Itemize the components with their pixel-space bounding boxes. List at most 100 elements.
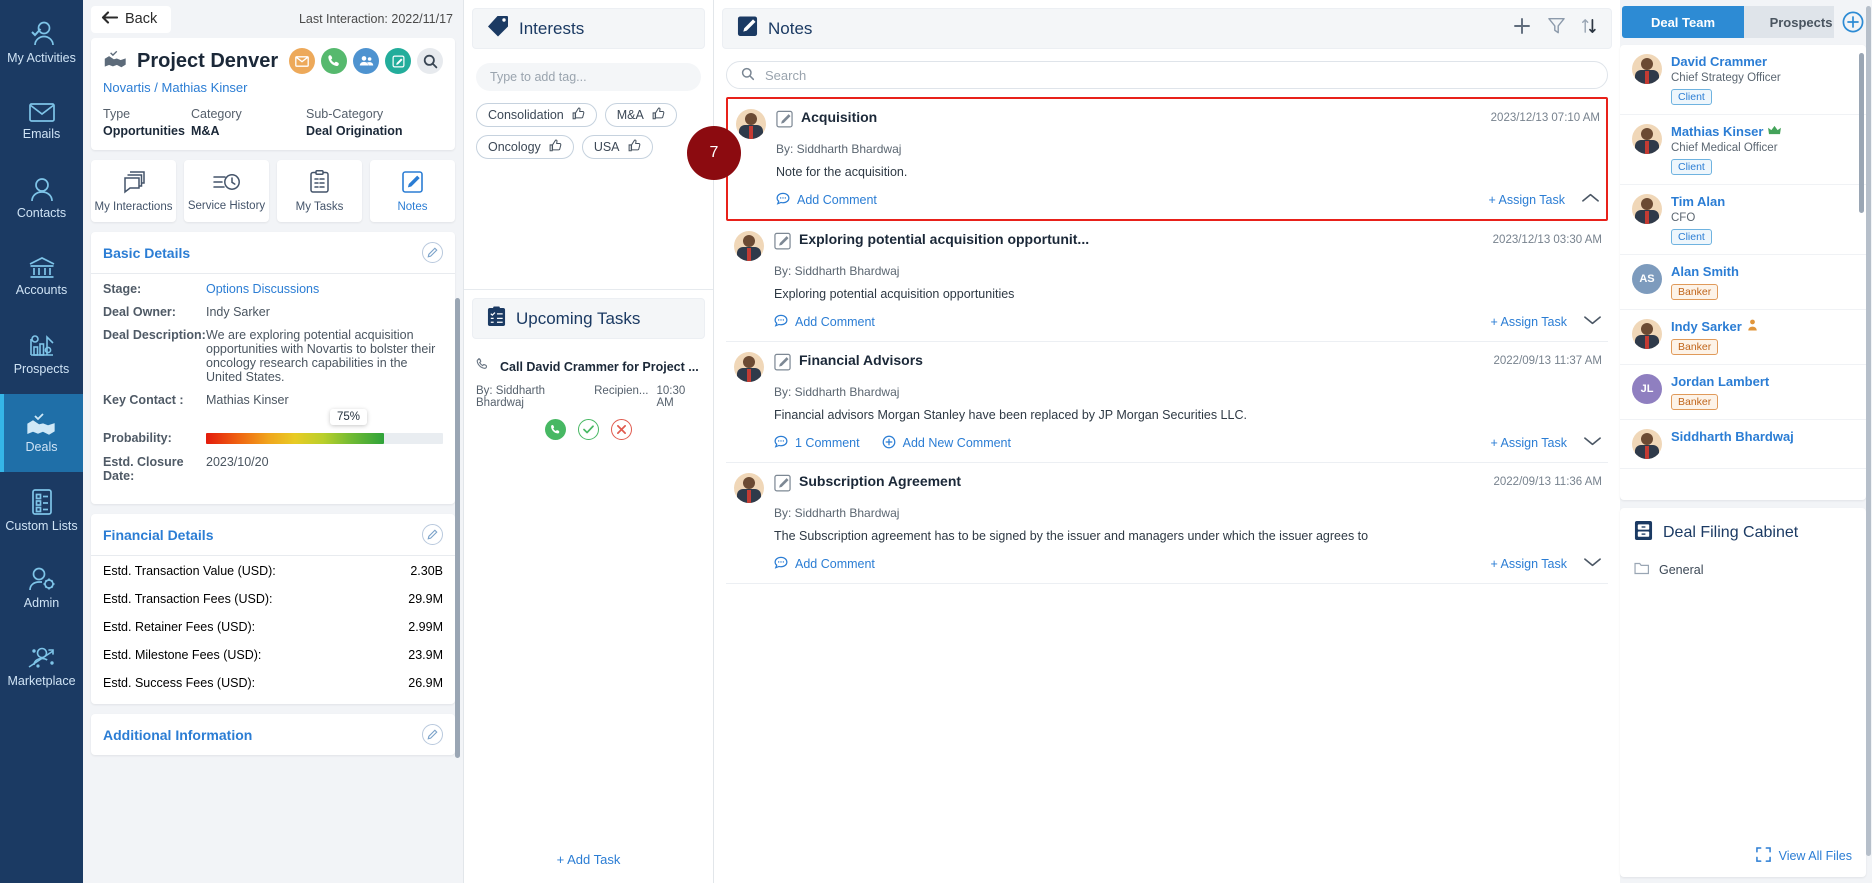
thumbs-up-icon[interactable] xyxy=(572,107,585,123)
note-item[interactable]: Acquisition 2023/12/13 07:10 AM By: Sidd… xyxy=(726,97,1608,221)
member-name[interactable]: Jordan Lambert xyxy=(1671,374,1854,389)
team-member-row[interactable]: David Crammer Chief Strategy Officer Cli… xyxy=(1620,45,1866,115)
chevron-down-icon[interactable] xyxy=(1583,555,1602,573)
avatar-initials: AS xyxy=(1639,273,1655,285)
interest-tag[interactable]: Consolidation xyxy=(476,103,597,127)
sidebar-item-admin[interactable]: Admin xyxy=(0,550,83,628)
interest-tag[interactable]: USA xyxy=(581,135,653,159)
add-member-icon[interactable] xyxy=(1840,11,1866,33)
avatar xyxy=(1632,54,1662,84)
team-member-row[interactable]: AS Alan Smith Banker xyxy=(1620,255,1866,310)
note-title[interactable]: Financial Advisors xyxy=(799,352,1486,368)
assign-task-button[interactable]: + Assign Task xyxy=(1490,436,1567,450)
deal-scroll-area[interactable]: Project Denver Novartis / Mathias Kinser… xyxy=(83,38,463,883)
member-name[interactable]: Mathias Kinser xyxy=(1671,124,1854,139)
note-item[interactable]: Exploring potential acquisition opportun… xyxy=(726,221,1608,342)
tab-service-history[interactable]: Service History xyxy=(184,160,269,222)
assign-task-button[interactable]: + Assign Task xyxy=(1490,557,1567,571)
notes-search-input[interactable]: Search xyxy=(726,61,1608,89)
search-icon[interactable] xyxy=(417,48,443,74)
add-comment-button[interactable]: Add Comment xyxy=(776,192,877,209)
sidebar-item-emails[interactable]: Emails xyxy=(0,82,83,160)
back-button[interactable]: Back xyxy=(91,5,172,33)
tag-input[interactable]: Type to add tag... xyxy=(476,63,701,91)
chevron-down-icon[interactable] xyxy=(1583,434,1602,452)
thumbs-up-icon[interactable] xyxy=(549,139,562,155)
upcoming-task-row[interactable]: Call David Crammer for Project ... xyxy=(464,347,713,377)
notes-list[interactable]: Acquisition 2023/12/13 07:10 AM By: Sidd… xyxy=(714,97,1620,883)
edit-basic-details-button[interactable] xyxy=(422,242,443,263)
note-item[interactable]: Subscription Agreement 2022/09/13 11:36 … xyxy=(726,463,1608,584)
add-new-comment-button[interactable]: Add New Comment xyxy=(882,435,1011,452)
back-button-label: Back xyxy=(125,11,158,27)
email-icon[interactable] xyxy=(289,48,315,74)
add-comment-button[interactable]: Add Comment xyxy=(774,314,875,331)
edit-financial-details-button[interactable] xyxy=(422,524,443,545)
member-name[interactable]: Alan Smith xyxy=(1671,264,1854,279)
tab-prospects[interactable]: Prospects xyxy=(1744,6,1834,38)
assign-task-button[interactable]: + Assign Task xyxy=(1490,315,1567,329)
folder-item-general[interactable]: General xyxy=(1620,558,1866,582)
sidebar-item-my-activities[interactable]: My Activities xyxy=(0,4,83,82)
cancel-task-button[interactable] xyxy=(611,419,632,440)
team-member-row[interactable]: Indy Sarker Banker xyxy=(1620,310,1866,365)
sidebar-item-accounts[interactable]: Accounts xyxy=(0,238,83,316)
detail-value[interactable]: Options Discussions xyxy=(206,282,443,296)
phone-icon[interactable] xyxy=(321,48,347,74)
deal-team-list[interactable]: David Crammer Chief Strategy Officer Cli… xyxy=(1620,45,1866,500)
member-name[interactable]: Siddharth Bhardwaj xyxy=(1671,429,1854,444)
view-all-files-button[interactable]: View All Files xyxy=(1620,835,1866,877)
meta-label: Type xyxy=(103,107,131,121)
call-task-button[interactable] xyxy=(545,419,566,440)
right-column-scrollbar[interactable] xyxy=(1866,6,1871,856)
assign-task-button[interactable]: + Assign Task xyxy=(1488,193,1565,207)
sidebar-item-prospects[interactable]: Prospects xyxy=(0,316,83,394)
note-author: By: Siddharth Bhardwaj xyxy=(774,385,900,399)
comment-count-button[interactable]: 1 Comment xyxy=(774,435,860,452)
interest-tag[interactable]: M&A xyxy=(604,103,677,127)
tab-my-tasks[interactable]: My Tasks xyxy=(277,160,362,222)
add-comment-button[interactable]: Add Comment xyxy=(774,556,875,573)
interest-tag[interactable]: Oncology xyxy=(476,135,574,159)
member-name[interactable]: Tim Alan xyxy=(1671,194,1854,209)
thumbs-up-icon[interactable] xyxy=(652,107,665,123)
detail-label: Deal Owner: xyxy=(103,305,176,319)
team-member-row[interactable]: JL Jordan Lambert Banker xyxy=(1620,365,1866,420)
sidebar-item-marketplace[interactable]: Marketplace xyxy=(0,628,83,706)
tab-deal-team[interactable]: Deal Team xyxy=(1622,6,1758,38)
sidebar-item-deals[interactable]: Deals xyxy=(0,394,83,472)
complete-task-button[interactable] xyxy=(578,419,599,440)
team-member-row[interactable]: Siddharth Bhardwaj xyxy=(1620,420,1866,469)
note-title[interactable]: Subscription Agreement xyxy=(799,473,1486,489)
note-title[interactable]: Acquisition xyxy=(801,109,1483,125)
sort-icon[interactable] xyxy=(1581,17,1597,40)
additional-information-card: Additional Information xyxy=(91,714,455,755)
thumbs-up-icon[interactable] xyxy=(628,139,641,155)
avatar xyxy=(734,473,764,503)
note-content: Acquisition 2023/12/13 07:10 AM By: Sidd… xyxy=(776,109,1600,209)
filter-icon[interactable] xyxy=(1548,17,1565,40)
note-icon[interactable] xyxy=(385,48,411,74)
edit-additional-information-button[interactable] xyxy=(422,724,443,745)
chevron-up-icon[interactable] xyxy=(1581,191,1600,209)
breadcrumb[interactable]: Novartis / Mathias Kinser xyxy=(103,80,443,95)
tab-notes[interactable]: Notes xyxy=(370,160,455,222)
member-name[interactable]: David Crammer xyxy=(1671,54,1854,69)
sidebar-item-custom-lists[interactable]: Custom Lists xyxy=(0,472,83,550)
team-member-row[interactable]: Tim Alan CFO Client xyxy=(1620,185,1866,255)
financial-label: Estd. Transaction Fees (USD): xyxy=(103,592,273,606)
tab-my-interactions[interactable]: My Interactions xyxy=(91,160,176,222)
meeting-icon[interactable] xyxy=(353,48,379,74)
note-title[interactable]: Exploring potential acquisition opportun… xyxy=(799,231,1485,247)
deal-team-scrollbar[interactable] xyxy=(1859,53,1864,213)
team-member-row[interactable]: Mathias Kinser Chief Medical Officer Cli… xyxy=(1620,115,1866,185)
chevron-down-icon[interactable] xyxy=(1583,313,1602,331)
add-icon[interactable] xyxy=(1512,16,1532,41)
add-task-button[interactable]: + Add Task xyxy=(464,838,713,883)
sidebar-item-contacts[interactable]: Contacts xyxy=(0,160,83,238)
member-name[interactable]: Indy Sarker xyxy=(1671,319,1854,334)
detail-row-key-contact: Key Contact : Mathias Kinser xyxy=(103,393,443,407)
deal-column-scrollbar[interactable] xyxy=(455,298,460,758)
comment-icon xyxy=(774,556,788,573)
note-item[interactable]: Financial Advisors 2022/09/13 11:37 AM B… xyxy=(726,342,1608,463)
